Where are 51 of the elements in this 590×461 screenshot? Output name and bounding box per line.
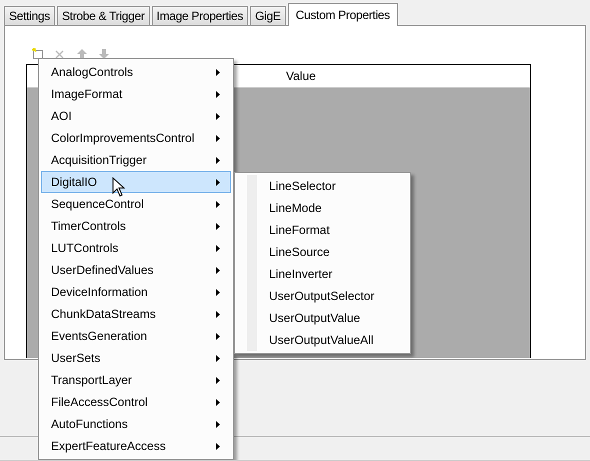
submenu-arrow-icon bbox=[216, 442, 220, 450]
tab[interactable]: Strobe & Trigger bbox=[56, 6, 150, 25]
menu-item[interactable]: ExpertFeatureAccess bbox=[41, 435, 231, 457]
menu-item[interactable]: ImageFormat bbox=[41, 83, 231, 105]
submenu-arrow-icon bbox=[216, 288, 220, 296]
submenu-arrow-icon bbox=[216, 200, 220, 208]
menu-item[interactable]: TimerControls bbox=[41, 215, 231, 237]
menu-item[interactable]: SequenceControl bbox=[41, 193, 231, 215]
submenu-arrow-icon bbox=[216, 134, 220, 142]
menu-item[interactable]: TransportLayer bbox=[41, 369, 231, 391]
tab[interactable]: Settings bbox=[4, 6, 55, 25]
menu-item[interactable]: LineMode bbox=[235, 197, 410, 219]
menu-item[interactable]: UserOutputValueAll bbox=[235, 329, 410, 351]
submenu-arrow-icon bbox=[216, 266, 220, 274]
new-item-icon[interactable] bbox=[32, 48, 44, 60]
menu-item[interactable]: AnalogControls bbox=[41, 61, 231, 83]
menu-item[interactable]: LineInverter bbox=[235, 263, 410, 285]
tab[interactable]: Custom Properties bbox=[288, 3, 398, 26]
menu-item[interactable]: AutoFunctions bbox=[41, 413, 231, 435]
submenu-arrow-icon bbox=[216, 376, 220, 384]
submenu-arrow-icon bbox=[216, 222, 220, 230]
menu-item[interactable]: AOI bbox=[41, 105, 231, 127]
menu-item[interactable]: FileAccessControl bbox=[41, 391, 231, 413]
submenu-arrow-icon bbox=[216, 398, 220, 406]
menu-item[interactable]: ChunkDataStreams bbox=[41, 303, 231, 325]
column-header[interactable]: Value bbox=[286, 69, 316, 83]
menu-item[interactable]: ColorImprovementsControl bbox=[41, 127, 231, 149]
tab[interactable]: GigE bbox=[250, 6, 286, 25]
submenu-arrow-icon bbox=[216, 178, 220, 186]
submenu-arrow-icon bbox=[216, 420, 220, 428]
tab[interactable]: Image Properties bbox=[152, 6, 248, 25]
menu-item[interactable]: LineFormat bbox=[235, 219, 410, 241]
submenu-arrow-icon bbox=[216, 310, 220, 318]
menu-item[interactable]: UserSets bbox=[41, 347, 231, 369]
menu-item[interactable]: LUTControls bbox=[41, 237, 231, 259]
submenu-arrow-icon bbox=[216, 112, 220, 120]
menu-item[interactable]: LineSelector bbox=[235, 175, 410, 197]
mouse-pointer-icon bbox=[112, 177, 126, 197]
submenu-arrow-icon bbox=[216, 68, 220, 76]
menu-item[interactable]: UserOutputSelector bbox=[235, 285, 410, 307]
submenu-arrow-icon bbox=[216, 156, 220, 164]
menu-item[interactable]: UserOutputValue bbox=[235, 307, 410, 329]
submenu-arrow-icon bbox=[216, 244, 220, 252]
menu-item[interactable]: DeviceInformation bbox=[41, 281, 231, 303]
menu-item[interactable]: EventsGeneration bbox=[41, 325, 231, 347]
menu-item[interactable]: UserDefinedValues bbox=[41, 259, 231, 281]
menu-item[interactable]: LineSource bbox=[235, 241, 410, 263]
submenu-arrow-icon bbox=[216, 332, 220, 340]
menu-item[interactable]: AcquisitionTrigger bbox=[41, 149, 231, 171]
submenu-arrow-icon bbox=[216, 354, 220, 362]
submenu-arrow-icon bbox=[216, 90, 220, 98]
